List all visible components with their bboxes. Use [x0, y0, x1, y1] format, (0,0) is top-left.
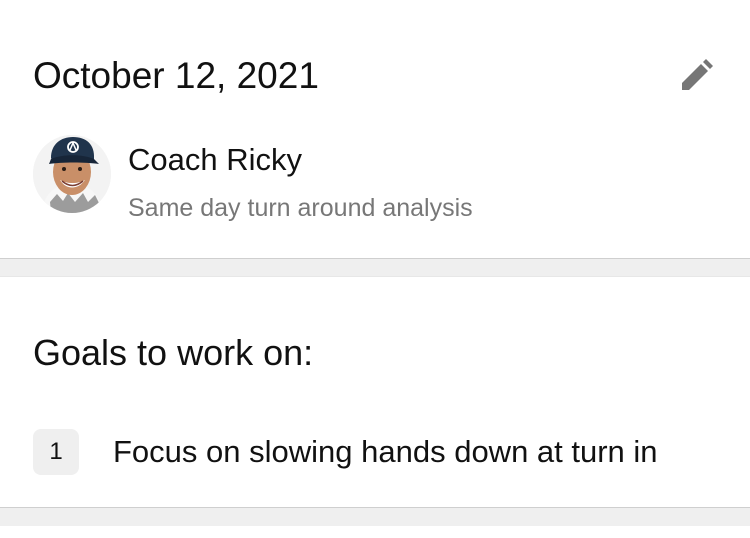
- goal-list-item: 1 Focus on slowing hands down at turn in: [33, 427, 733, 477]
- bottom-separator: [0, 508, 750, 526]
- coach-avatar: [33, 135, 111, 213]
- goal-number-badge: 1: [33, 429, 79, 475]
- edit-button[interactable]: [672, 52, 720, 100]
- lesson-date: October 12, 2021: [33, 55, 319, 96]
- coach-name: Coach Ricky: [128, 142, 302, 177]
- coach-subtitle: Same day turn around analysis: [128, 194, 473, 222]
- goals-title: Goals to work on:: [33, 332, 314, 373]
- goal-text: Focus on slowing hands down at turn in: [113, 434, 658, 469]
- pencil-icon: [682, 59, 713, 90]
- coach-profile[interactable]: Coach Ricky Same day turn around analysi…: [33, 135, 723, 225]
- lesson-header-card: October 12, 2021 Coach Ricky Same day tu…: [0, 0, 750, 259]
- section-separator: [0, 259, 750, 276]
- goals-card: Goals to work on: 1 Focus on slowing han…: [0, 276, 750, 508]
